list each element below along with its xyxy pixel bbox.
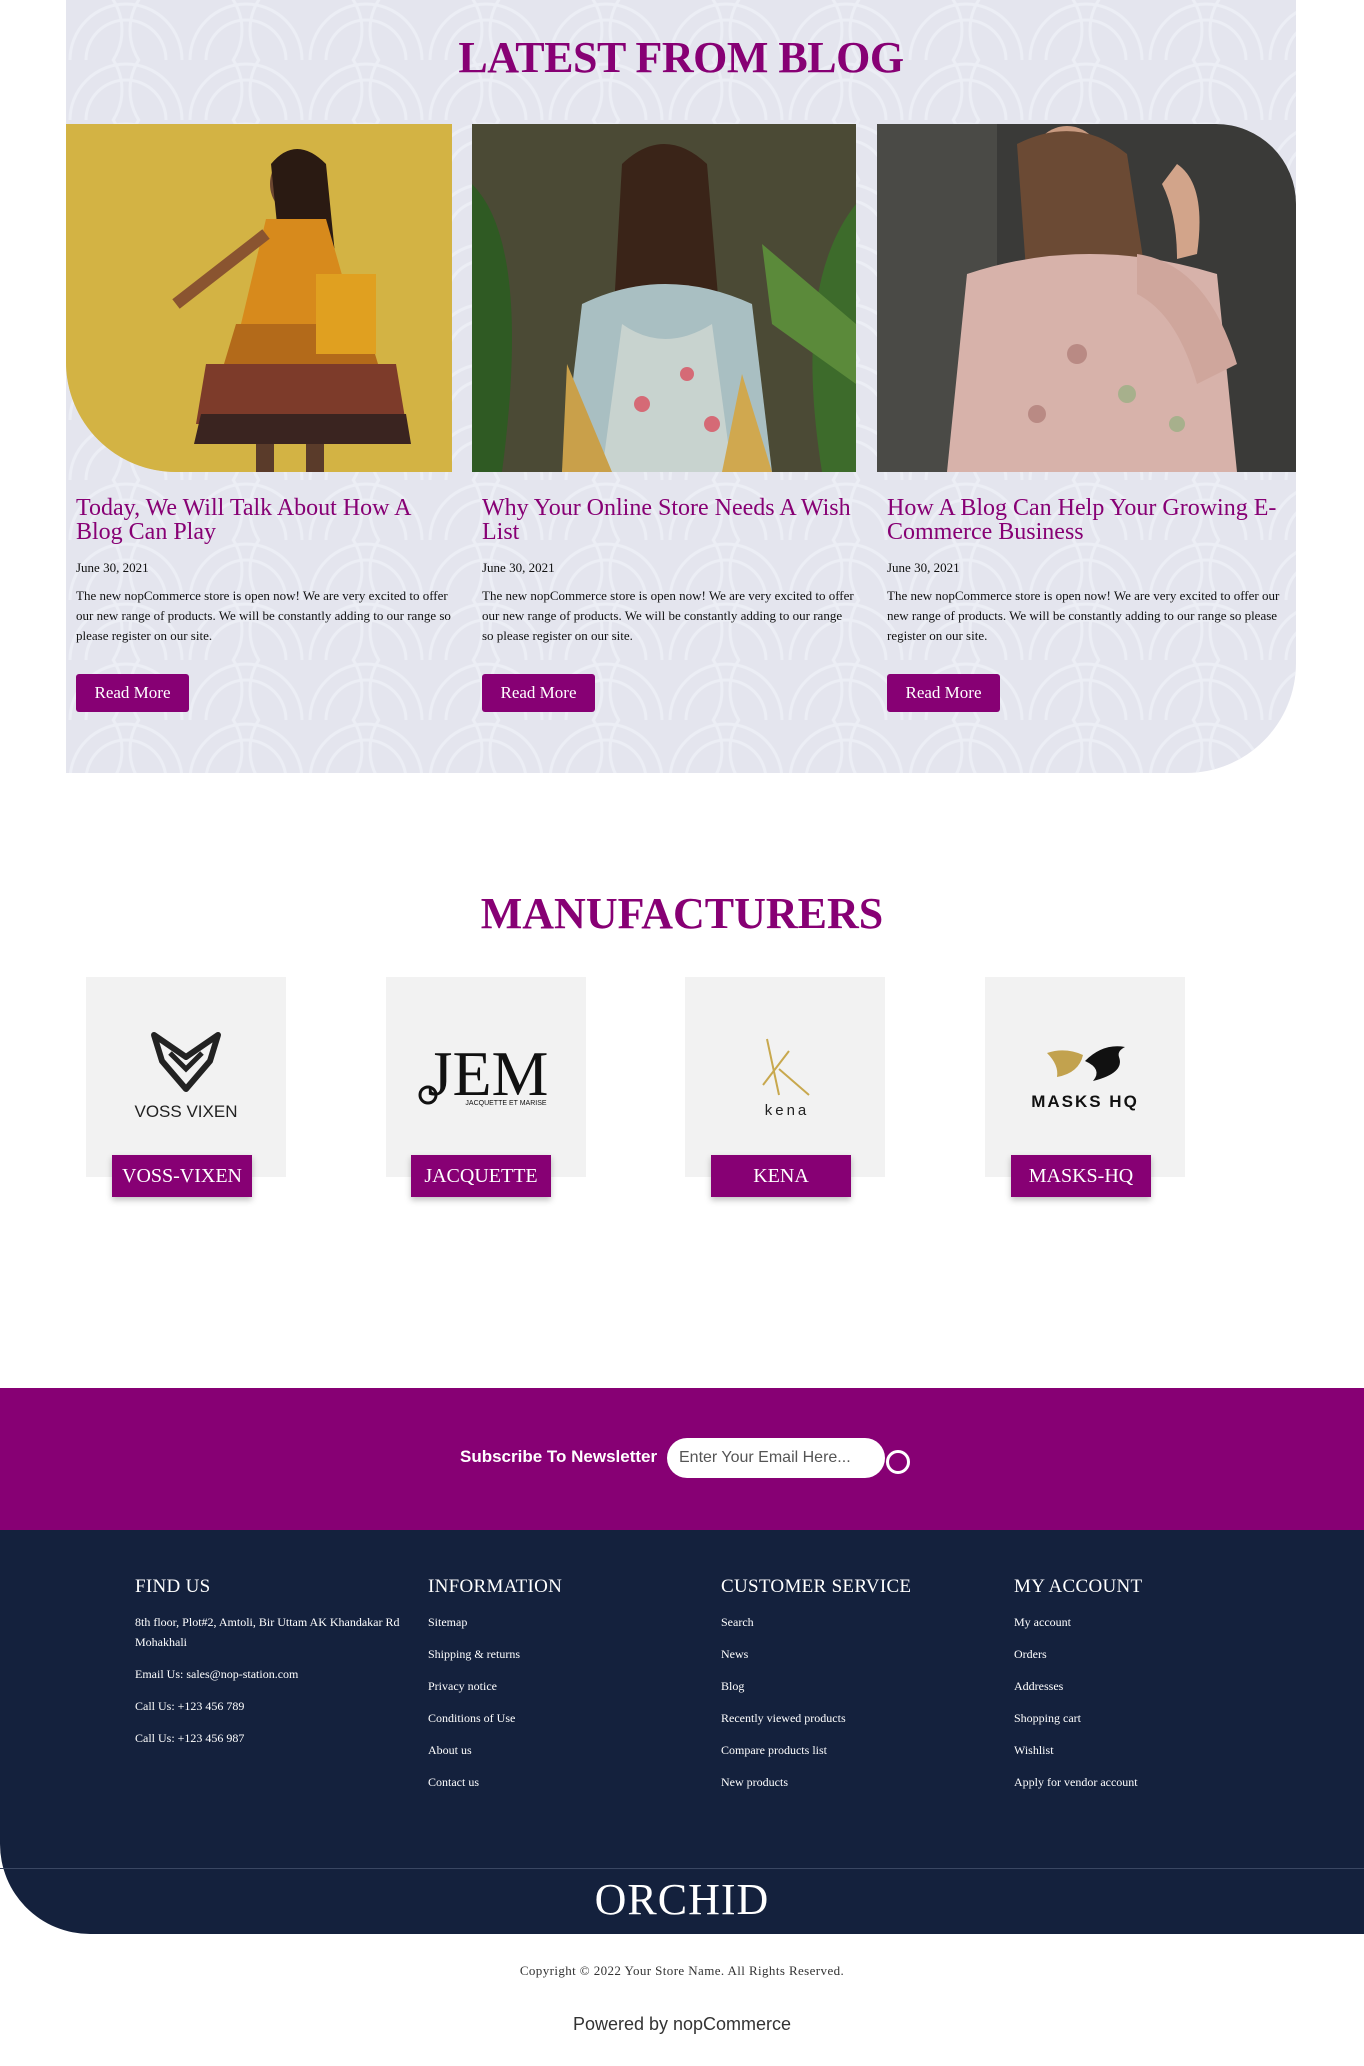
manufacturer-card[interactable]: VOSS VIXEN [86, 977, 286, 1177]
footer-link-wishlist[interactable]: Wishlist [1014, 1740, 1274, 1760]
svg-text:VOSS VIXEN: VOSS VIXEN [135, 1102, 238, 1121]
manufacturer-card[interactable]: JEM JACQUETTE ET MARISE [386, 977, 586, 1177]
newsletter-label: Subscribe To Newsletter [460, 1447, 658, 1466]
blog-post-image[interactable] [66, 124, 452, 472]
blog-post-body: Why Your Online Store Needs A Wish List … [482, 496, 856, 646]
blog-post-text: The new nopCommerce store is open now! W… [887, 588, 1280, 643]
blog-post-title[interactable]: Today, We Will Talk About How A Blog Can… [76, 496, 452, 544]
blog-post: Today, We Will Talk About How A Blog Can… [66, 124, 452, 724]
footer-find-us: FIND US 8th floor, Plot#2, Amtoli, Bir U… [135, 1576, 415, 1760]
manufacturer-label[interactable]: MASKS-HQ [1011, 1155, 1151, 1197]
footer-information: INFORMATION Sitemap Shipping & returns P… [428, 1576, 688, 1804]
blog-title: LATEST FROM BLOG [458, 33, 904, 82]
blog-post-body: Today, We Will Talk About How A Blog Can… [76, 496, 452, 646]
masks-hq-logo: MASKS HQ [1031, 1046, 1139, 1111]
svg-text:JACQUETTE ET MARISE: JACQUETTE ET MARISE [465, 1100, 546, 1107]
footer-link-my-account[interactable]: My account [1014, 1612, 1274, 1632]
jem-logo: JEM JACQUETTE ET MARISE [418, 1038, 549, 1109]
manufacturer-label[interactable]: VOSS-VIXEN [112, 1155, 252, 1197]
blog-post-date: June 30, 2021 [482, 560, 555, 575]
blog-post-image[interactable] [472, 124, 856, 472]
footer-link-privacy[interactable]: Privacy notice [428, 1676, 688, 1696]
blog-post-text: The new nopCommerce store is open now! W… [76, 588, 451, 643]
footer-link-orders[interactable]: Orders [1014, 1644, 1274, 1664]
footer: FIND US 8th floor, Plot#2, Amtoli, Bir U… [0, 1530, 1364, 1934]
footer-link-shipping[interactable]: Shipping & returns [428, 1644, 688, 1664]
blog-post-text: The new nopCommerce store is open now! W… [482, 588, 854, 643]
blog-post-image[interactable] [877, 124, 1296, 472]
powered-by-link[interactable]: Powered by nopCommerce [0, 2014, 1364, 2035]
footer-heading: CUSTOMER SERVICE [721, 1576, 912, 1597]
svg-text:JEM: JEM [428, 1038, 549, 1109]
fashion-photo-floral [472, 124, 856, 472]
read-more-button[interactable]: Read More [76, 674, 189, 712]
voss-vixen-logo: VOSS VIXEN [135, 1032, 238, 1121]
blog-post-body: How A Blog Can Help Your Growing E-Comme… [887, 496, 1296, 646]
page: LATEST FROM BLOG Today, We Will Talk Abo… [0, 0, 1364, 2066]
footer-divider [0, 1868, 1364, 1869]
read-more-button[interactable]: Read More [482, 674, 595, 712]
manufacturer-label[interactable]: JACQUETTE [411, 1155, 551, 1197]
read-more-button[interactable]: Read More [887, 674, 1000, 712]
fashion-photo-pink [877, 124, 1296, 472]
footer-customer-service: CUSTOMER SERVICE Search News Blog Recent… [721, 1576, 981, 1804]
footer-link-cart[interactable]: Shopping cart [1014, 1708, 1274, 1728]
blog-post-date: June 30, 2021 [76, 560, 149, 575]
footer-link-about[interactable]: About us [428, 1740, 688, 1760]
footer-link-contact[interactable]: Contact us [428, 1772, 688, 1792]
newsletter-bar: Subscribe To Newsletter [0, 1388, 1364, 1530]
footer-link-compare[interactable]: Compare products list [721, 1740, 981, 1760]
footer-heading: INFORMATION [428, 1576, 563, 1597]
blog-post-title[interactable]: How A Blog Can Help Your Growing E-Comme… [887, 496, 1296, 544]
blog-post-title[interactable]: Why Your Online Store Needs A Wish List [482, 496, 856, 544]
newsletter-subscribe-icon[interactable] [886, 1450, 910, 1474]
fashion-photo-mustard [66, 124, 452, 472]
blog-post: Why Your Online Store Needs A Wish List … [472, 124, 856, 724]
footer-link-addresses[interactable]: Addresses [1014, 1676, 1274, 1696]
footer-my-account: MY ACCOUNT My account Orders Addresses S… [1014, 1576, 1274, 1804]
footer-phone: Call Us: +123 456 987 [135, 1731, 245, 1745]
footer-link-blog[interactable]: Blog [721, 1676, 981, 1696]
svg-text:kena: kena [765, 1102, 810, 1119]
newsletter-email-input[interactable] [667, 1438, 885, 1478]
footer-heading: MY ACCOUNT [1014, 1576, 1143, 1597]
footer-link-vendor[interactable]: Apply for vendor account [1014, 1772, 1274, 1792]
footer-link-news[interactable]: News [721, 1644, 981, 1664]
footer-link-search[interactable]: Search [721, 1612, 981, 1632]
manufacturers-title: MANUFACTURERS [480, 889, 884, 938]
blog-post-date: June 30, 2021 [887, 560, 960, 575]
footer-heading: FIND US [135, 1576, 211, 1597]
blog-post: How A Blog Can Help Your Growing E-Comme… [877, 124, 1296, 724]
manufacturer-label[interactable]: KENA [711, 1155, 851, 1197]
kena-logo: kena [762, 1038, 810, 1119]
footer-phone: Call Us: +123 456 789 [135, 1699, 245, 1713]
footer-link-new-products[interactable]: New products [721, 1772, 981, 1792]
footer-link-conditions[interactable]: Conditions of Use [428, 1708, 688, 1728]
blog-section: LATEST FROM BLOG Today, We Will Talk Abo… [66, 0, 1296, 773]
svg-text:MASKS HQ: MASKS HQ [1031, 1092, 1139, 1111]
footer-link-recently-viewed[interactable]: Recently viewed products [721, 1708, 981, 1728]
manufacturer-card[interactable]: kena [685, 977, 885, 1177]
footer-address: 8th floor, Plot#2, Amtoli, Bir Uttam AK … [135, 1615, 400, 1649]
footer-logo[interactable]: ORCHID [0, 1874, 1364, 1925]
footer-email: Email Us: sales@nop-station.com [135, 1667, 299, 1681]
manufacturer-card[interactable]: MASKS HQ [985, 977, 1185, 1177]
footer-link-sitemap[interactable]: Sitemap [428, 1612, 688, 1632]
copyright-text: Copyright © 2022 Your Store Name. All Ri… [519, 1963, 845, 1978]
